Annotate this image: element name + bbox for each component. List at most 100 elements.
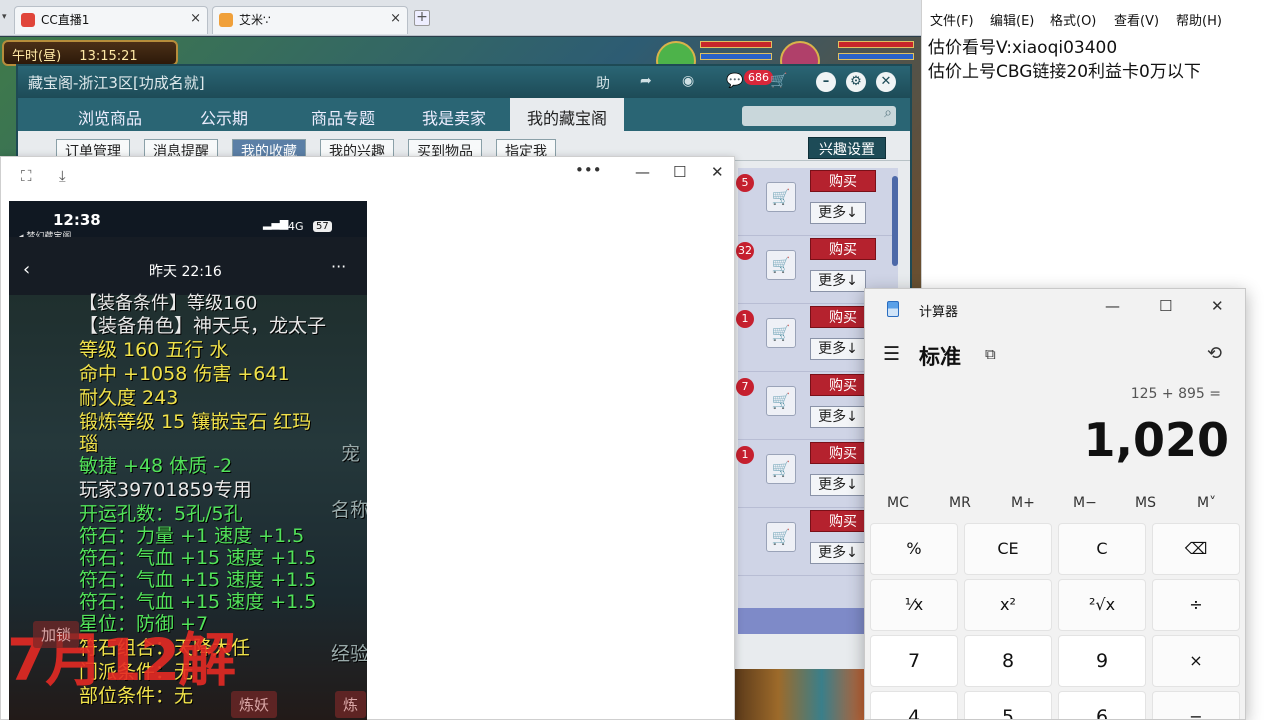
hamburger-menu-icon[interactable]: ☰: [883, 343, 900, 365]
interest-settings-button[interactable]: 兴趣设置: [808, 137, 886, 159]
maximize-icon[interactable]: ☐: [673, 163, 686, 181]
calculator-window: 计算器 — ☐ ✕ ☰ 标准 ⧉ ⟲ 125 + 895 = 1,020 MC …: [864, 288, 1246, 720]
fit-screen-icon[interactable]: ⛶: [21, 167, 32, 185]
side-label: 名称: [331, 499, 367, 521]
add-to-cart-icon[interactable]: 🛒: [766, 182, 796, 212]
subtract-key[interactable]: −: [1152, 691, 1240, 719]
phone-time: 12:38: [53, 211, 101, 229]
more-button[interactable]: 更多↓: [810, 542, 866, 564]
list-item: 5 🛒 购买 更多↓: [736, 168, 898, 236]
more-button[interactable]: 更多↓: [810, 202, 866, 224]
buy-button[interactable]: 购买: [810, 170, 876, 192]
tab-i-am-seller[interactable]: 我是卖家: [402, 98, 506, 131]
tab-my-cangbaoge[interactable]: 我的藏宝阁: [510, 98, 624, 131]
equip-line: 玩家39701859专用: [79, 479, 252, 501]
calculator-mode: 标准: [919, 345, 961, 369]
add-to-cart-icon[interactable]: 🛒: [766, 250, 796, 280]
digit-4-key[interactable]: 4: [870, 691, 958, 719]
minimize-icon[interactable]: —: [635, 163, 650, 181]
close-tab-icon[interactable]: ×: [390, 11, 401, 26]
menu-format[interactable]: 格式(O): [1050, 10, 1096, 29]
add-to-cart-icon[interactable]: 🛒: [766, 522, 796, 552]
count-badge: 7: [736, 378, 754, 396]
keep-on-top-icon[interactable]: ⧉: [985, 345, 996, 363]
close-icon[interactable]: ✕: [876, 72, 896, 92]
history-icon[interactable]: ⟲: [1207, 343, 1222, 364]
close-icon[interactable]: ✕: [1211, 297, 1224, 315]
browser-tab-strip: ▾ CC直播1 × 艾米∵ × +: [0, 0, 921, 36]
divide-key[interactable]: ÷: [1152, 579, 1240, 631]
search-input[interactable]: ⌕: [742, 105, 896, 126]
pet-hp-bar: [700, 41, 772, 48]
square-key[interactable]: x²: [964, 579, 1052, 631]
close-icon[interactable]: ✕: [711, 163, 724, 181]
digit-7-key[interactable]: 7: [870, 635, 958, 687]
lock-button: 加锁: [33, 621, 80, 648]
tab-cc-live[interactable]: CC直播1 ×: [14, 6, 208, 34]
close-tab-icon[interactable]: ×: [190, 11, 201, 26]
square-root-key[interactable]: ²√x: [1058, 579, 1146, 631]
game-skill-bar[interactable]: [735, 669, 865, 720]
tab-menu-icon[interactable]: ▾: [2, 12, 7, 22]
clear-key[interactable]: C: [1058, 523, 1146, 575]
tab-public-period[interactable]: 公示期: [176, 98, 272, 131]
cangbaoge-titlebar: 藏宝阁-浙江3区[功成名就] 助 ➦ ◉ 💬 686 🛒 – ⚙ ✕: [18, 66, 910, 98]
tab-topics[interactable]: 商品专题: [288, 98, 398, 131]
message-icon[interactable]: 💬: [726, 73, 743, 89]
memory-add-button[interactable]: M+: [1011, 495, 1035, 511]
settings-gear-icon[interactable]: ⚙: [846, 72, 866, 92]
equipment-tooltip-image: 【装备条件】等级160 【装备角色】神天兵，龙太子 等级 160 五行 水 命中…: [9, 293, 367, 720]
clear-entry-key[interactable]: CE: [964, 523, 1052, 575]
digit-6-key[interactable]: 6: [1058, 691, 1146, 719]
cangbaoge-nav: 浏览商品 公示期 商品专题 我是卖家 我的藏宝阁 ⌕: [18, 98, 910, 131]
digit-5-key[interactable]: 5: [964, 691, 1052, 719]
tab-browse-goods[interactable]: 浏览商品: [58, 98, 162, 131]
more-button[interactable]: 更多↓: [810, 474, 866, 496]
percent-key[interactable]: %: [870, 523, 958, 575]
more-button[interactable]: 更多↓: [810, 270, 866, 292]
new-tab-button[interactable]: +: [414, 10, 430, 26]
maximize-icon[interactable]: ☐: [1159, 297, 1172, 315]
add-to-cart-icon[interactable]: 🛒: [766, 318, 796, 348]
memory-recall-button[interactable]: MR: [949, 495, 971, 511]
tab-aimi[interactable]: 艾米∵ ×: [212, 6, 408, 34]
game-clock: 13:15:21: [79, 49, 138, 64]
add-to-cart-icon[interactable]: 🛒: [766, 454, 796, 484]
cangbaoge-title: 藏宝阁-浙江3区[功成名就]: [28, 74, 205, 92]
menu-file[interactable]: 文件(F): [930, 10, 974, 29]
backspace-key[interactable]: ⌫: [1152, 523, 1240, 575]
list-scrollbar[interactable]: [892, 176, 898, 266]
phone-screenshot: 12:38 ◂ 梦幻藏宝阁 ▂▄▆ 4G 57 ‹ 昨天 22:16 ··· 【…: [9, 201, 367, 720]
signal-icon: ▂▄▆: [263, 217, 289, 230]
refine-button-2: 炼: [335, 691, 367, 718]
digit-9-key[interactable]: 9: [1058, 635, 1146, 687]
refine-button: 炼妖: [231, 691, 278, 718]
notepad-text-line[interactable]: 估价上号CBG链接20利益卡0万以下: [928, 57, 1201, 82]
minimize-icon[interactable]: —: [1105, 297, 1120, 315]
equip-line: 【装备角色】神天兵，龙太子: [79, 315, 327, 337]
more-options-icon[interactable]: •••: [575, 161, 602, 179]
buy-button[interactable]: 购买: [810, 238, 876, 260]
add-to-cart-icon[interactable]: 🛒: [766, 386, 796, 416]
more-button[interactable]: 更多↓: [810, 406, 866, 428]
reciprocal-key[interactable]: ¹⁄x: [870, 579, 958, 631]
minimize-icon[interactable]: –: [816, 72, 836, 92]
game-clock-panel: 午时(昼) 13:15:21: [2, 40, 178, 66]
memory-list-button[interactable]: M˅: [1197, 495, 1216, 511]
cart-icon[interactable]: 🛒: [770, 73, 787, 89]
notepad-text-line[interactable]: 估价看号V:xiaoqi03400: [928, 33, 1117, 58]
share-icon[interactable]: ➦: [640, 73, 652, 89]
menu-view[interactable]: 查看(V): [1114, 10, 1159, 29]
more-button[interactable]: 更多↓: [810, 338, 866, 360]
menu-help[interactable]: 帮助(H): [1176, 10, 1222, 29]
multiply-key[interactable]: ×: [1152, 635, 1240, 687]
help-button[interactable]: 助: [596, 73, 610, 93]
menu-edit[interactable]: 编辑(E): [990, 10, 1034, 29]
memory-clear-button[interactable]: MC: [887, 495, 909, 511]
memory-store-button[interactable]: MS: [1135, 495, 1156, 511]
memory-subtract-button[interactable]: M−: [1073, 495, 1097, 511]
digit-8-key[interactable]: 8: [964, 635, 1052, 687]
record-icon[interactable]: ◉: [682, 73, 694, 89]
save-icon[interactable]: ⤓: [59, 167, 66, 185]
search-icon[interactable]: ⌕: [884, 105, 892, 121]
